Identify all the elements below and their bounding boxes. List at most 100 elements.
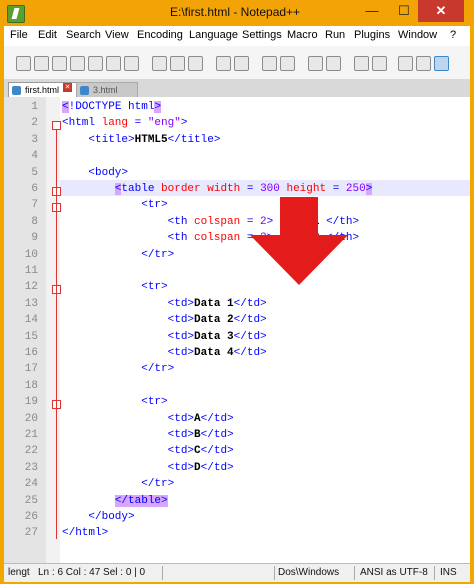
menu-edit[interactable]: Edit xyxy=(38,29,57,41)
status-bar: lengt Ln : 6 Col : 47 Sel : 0 | 0 Dos\Wi… xyxy=(4,563,470,582)
title-bar: E:\first.html - Notepad++ — ☐ ✕ xyxy=(0,0,474,26)
line-number: 12 xyxy=(24,281,38,294)
code-token: </td> xyxy=(233,347,267,359)
code-line[interactable]: <body> xyxy=(62,167,128,179)
window-title: E:\first.html - Notepad++ xyxy=(170,5,301,19)
code-token: > xyxy=(180,117,188,130)
code-token: <td> xyxy=(62,330,195,343)
line-number: 3 xyxy=(31,133,38,146)
code-line[interactable]: </tr> xyxy=(62,249,174,261)
code-line[interactable]: <title>HTML5</title> xyxy=(62,134,220,146)
code-token: <tr> xyxy=(62,396,168,409)
code-line[interactable]: <td>D</td> xyxy=(62,462,234,474)
menu-help[interactable]: ? xyxy=(450,29,456,41)
sync-scroll-icon[interactable] xyxy=(354,56,369,71)
undo-icon[interactable] xyxy=(216,56,231,71)
code-line[interactable]: <td>B</td> xyxy=(62,429,234,441)
menu-language[interactable]: Language xyxy=(189,29,238,41)
code-line[interactable]: <html lang = "eng"> xyxy=(62,117,187,129)
code-line[interactable]: <tr> xyxy=(62,199,168,212)
code-token: <td> xyxy=(62,297,195,310)
new-file-icon[interactable] xyxy=(16,56,31,71)
line-number: 7 xyxy=(31,199,38,212)
indent-guide-icon[interactable] xyxy=(434,56,449,71)
menu-search[interactable]: Search xyxy=(66,29,101,41)
line-number: 10 xyxy=(24,248,38,261)
code-line[interactable]: <td>Data 4</td> xyxy=(62,347,267,359)
status-separator xyxy=(434,566,435,580)
redo-icon[interactable] xyxy=(234,56,249,71)
code-line[interactable]: <td>C</td> xyxy=(62,445,234,457)
menu-file[interactable]: File xyxy=(10,29,28,41)
tab-close-icon[interactable]: ✕ xyxy=(63,83,72,92)
code-line[interactable]: <tr> xyxy=(62,396,168,409)
code-token: <tr> xyxy=(62,199,168,212)
code-token: </td> xyxy=(200,412,234,425)
cut-icon[interactable] xyxy=(152,56,167,71)
open-file-icon[interactable] xyxy=(34,56,49,71)
save-all-icon[interactable] xyxy=(70,56,85,71)
code-token: 250 xyxy=(345,183,366,195)
close-button[interactable]: ✕ xyxy=(418,0,464,22)
zoom-in-icon[interactable] xyxy=(308,56,323,71)
code-token: > xyxy=(154,101,162,113)
code-line[interactable]: </tr> xyxy=(62,363,174,375)
code-line[interactable]: </html> xyxy=(62,527,108,539)
copy-icon[interactable] xyxy=(170,56,185,71)
code-token: table xyxy=(121,183,162,195)
status-encoding: ANSI as UTF-8 xyxy=(360,567,428,578)
line-number: 19 xyxy=(24,396,38,409)
code-token: colspan xyxy=(194,215,247,228)
code-line[interactable]: <td>A</td> xyxy=(62,413,234,425)
code-line[interactable]: <td>Data 2</td> xyxy=(62,314,267,326)
code-token: 300 xyxy=(260,183,287,195)
code-token: height xyxy=(286,183,333,195)
menu-view[interactable]: View xyxy=(105,29,129,41)
maximize-button[interactable]: ☐ xyxy=(388,0,420,22)
code-line[interactable]: </tr> xyxy=(62,478,174,490)
print-icon[interactable] xyxy=(124,56,139,71)
minimize-button[interactable]: — xyxy=(356,0,388,22)
code-token: Data 3 xyxy=(194,330,234,343)
code-line[interactable]: </body> xyxy=(62,511,134,523)
status-eol: Dos\Windows xyxy=(278,567,340,578)
menu-settings[interactable]: Settings xyxy=(242,29,282,41)
replace-icon[interactable] xyxy=(280,56,295,71)
fold-line xyxy=(56,129,57,540)
paste-icon[interactable] xyxy=(188,56,203,71)
code-line[interactable]: <table border width = 300 height = 250> xyxy=(62,183,373,195)
find-icon[interactable] xyxy=(262,56,277,71)
menu-encoding[interactable]: Encoding xyxy=(137,29,183,41)
line-number: 18 xyxy=(24,379,38,392)
editor[interactable]: 1 <!DOCTYPE html> 2 <html lang = "eng"> 3 <t… xyxy=(4,97,470,563)
code-line[interactable]: <td>Data 1</td> xyxy=(62,298,267,310)
code-token: </title> xyxy=(167,133,221,146)
save-icon[interactable] xyxy=(52,56,67,71)
line-number: 9 xyxy=(31,232,38,245)
zoom-out-icon[interactable] xyxy=(326,56,341,71)
code-line[interactable]: </table> xyxy=(62,494,168,507)
code-line[interactable]: <!DOCTYPE html> xyxy=(62,101,162,113)
code-token: </tr> xyxy=(62,363,175,376)
word-wrap-icon[interactable] xyxy=(398,56,413,71)
menu-bar: File Edit Search View Encoding Language … xyxy=(4,26,470,46)
line-number: 24 xyxy=(24,478,38,491)
code-token: C xyxy=(194,445,201,458)
tab-bar: first.html ✕ 3.html xyxy=(4,79,470,99)
menu-plugins[interactable]: Plugins xyxy=(354,29,390,41)
close-file-icon[interactable] xyxy=(88,56,103,71)
status-length: lengt xyxy=(8,567,30,578)
code-line[interactable]: <td>Data 3</td> xyxy=(62,331,267,343)
menu-window[interactable]: Window xyxy=(398,29,437,41)
code-token: HTML5 xyxy=(134,133,168,146)
show-all-chars-icon[interactable] xyxy=(416,56,431,71)
sync-horizontal-icon[interactable] xyxy=(372,56,387,71)
code-token: > xyxy=(365,183,373,195)
code-token: </table> xyxy=(114,494,168,507)
menu-macro[interactable]: Macro xyxy=(287,29,318,41)
close-all-icon[interactable] xyxy=(106,56,121,71)
code-token: < xyxy=(62,101,69,113)
code-token: <td> xyxy=(62,445,195,458)
menu-run[interactable]: Run xyxy=(325,29,345,41)
code-line[interactable]: <tr> xyxy=(62,281,167,293)
